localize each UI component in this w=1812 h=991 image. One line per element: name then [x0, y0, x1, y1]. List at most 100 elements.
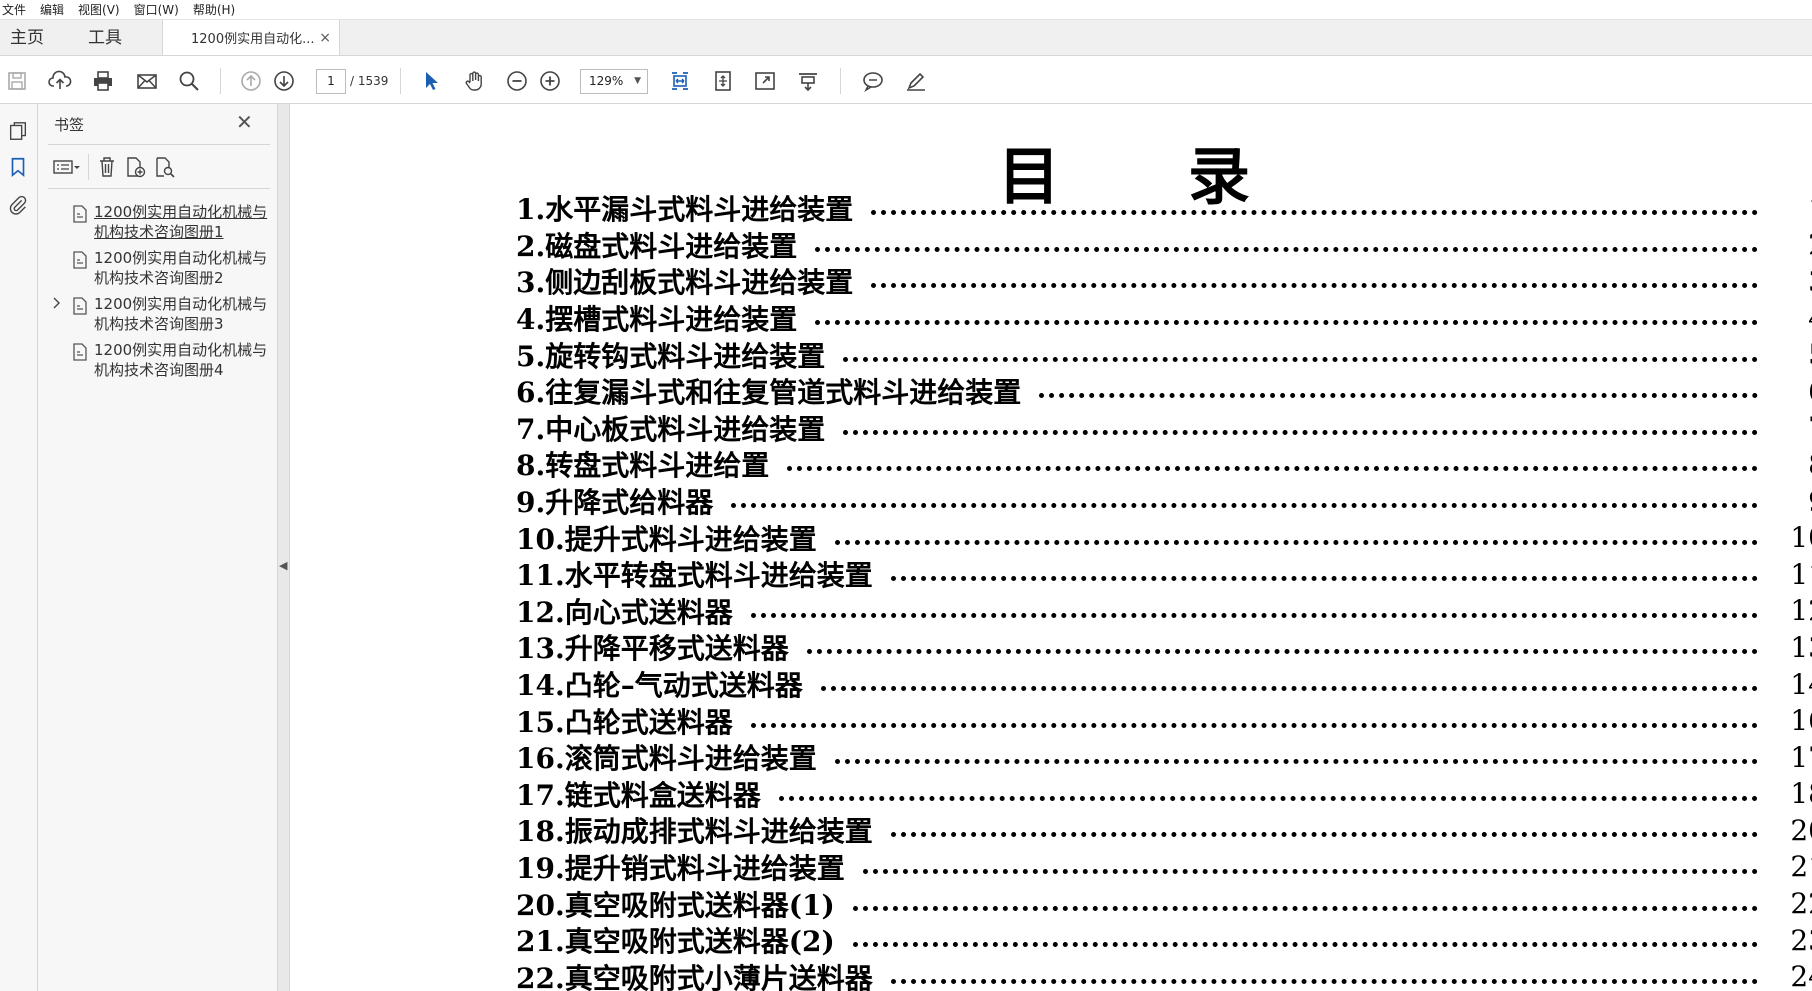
toc-entry-page: 1	[1778, 192, 1812, 225]
toc-entry[interactable]: 14.凸轮–气动式送料器 14	[516, 666, 1812, 703]
toc-entry-label: 5.旋转钩式料斗进给装置	[516, 339, 826, 373]
zoom-out-icon[interactable]	[504, 68, 530, 94]
bookmarks-panel: 书签 ✕ 1200例实用自动化机械与机构技术咨询图册1 1200例实用自动化机械…	[38, 104, 278, 991]
dot-leader	[778, 795, 1758, 801]
zoom-select[interactable]: 129% ▼	[580, 69, 648, 94]
toc-entry[interactable]: 18.振动成排式料斗进给装置 20	[516, 812, 1812, 849]
menu-window[interactable]: 窗口(W)	[132, 0, 187, 20]
hand-icon[interactable]	[461, 68, 487, 94]
document-icon	[70, 204, 90, 224]
bookmark-icon[interactable]	[5, 154, 31, 180]
close-icon[interactable]: ✕	[236, 112, 253, 132]
collapse-panel-icon[interactable]: ◀	[279, 559, 287, 572]
toc-entry[interactable]: 7.中心板式料斗进给装置 7	[516, 410, 1812, 447]
toc-entry-page: 10	[1790, 521, 1812, 555]
page-thumbnails-icon[interactable]	[5, 118, 31, 144]
chevron-down-icon: ▼	[634, 76, 641, 86]
panel-splitter[interactable]: ◀	[278, 104, 290, 991]
bookmark-options-icon[interactable]	[50, 154, 84, 180]
menu-edit[interactable]: 编辑	[38, 0, 72, 20]
search-icon[interactable]	[176, 68, 202, 94]
toc-entry-label: 9.升降式给料器	[516, 486, 714, 520]
tab-close-icon[interactable]: ×	[319, 30, 331, 46]
toc-entry-page: 12	[1790, 594, 1812, 628]
navigation-rail	[0, 104, 38, 991]
bookmark-item[interactable]: 1200例实用自动化机械与机构技术咨询图册2	[52, 248, 272, 292]
toc-entry[interactable]: 10.提升式料斗进给装置 10	[516, 519, 1812, 556]
bookmark-item[interactable]: 1200例实用自动化机械与机构技术咨询图册3	[52, 294, 272, 338]
fit-page-icon[interactable]	[710, 68, 736, 94]
dot-leader	[1039, 392, 1758, 399]
toc-entry-page: 11	[1790, 557, 1812, 591]
divider	[48, 144, 270, 145]
tab-document[interactable]: 1200例实用自动化... ×	[162, 20, 340, 55]
toolbar-separator	[88, 154, 89, 180]
find-bookmark-icon[interactable]	[152, 154, 178, 180]
dot-leader	[731, 502, 1758, 509]
toc-entry-label: 7.中心板式料斗进给装置	[516, 412, 826, 446]
divider	[48, 188, 270, 189]
email-icon[interactable]	[134, 68, 160, 94]
bookmark-item[interactable]: 1200例实用自动化机械与机构技术咨询图册1	[52, 202, 272, 246]
toc-entry-page: 4	[1778, 302, 1812, 335]
bookmark-label[interactable]: 1200例实用自动化机械与机构技术咨询图册2	[94, 248, 274, 288]
toc-entry[interactable]: 22.真空吸附式小薄片送料器 24	[516, 958, 1812, 991]
menu-help[interactable]: 帮助(H)	[191, 0, 243, 20]
toc-entry-label: 11.水平转盘式料斗进给装置	[516, 559, 873, 593]
toc-entry-label: 22.真空吸附式小薄片送料器	[516, 961, 873, 991]
bookmark-label[interactable]: 1200例实用自动化机械与机构技术咨询图册4	[94, 340, 274, 380]
toc-entry[interactable]: 2.磁盘式料斗进给装置 2	[516, 227, 1812, 264]
attachment-icon[interactable]	[5, 192, 31, 218]
toc-entry[interactable]: 19.提升销式料斗进给装置 21	[516, 849, 1812, 886]
menu-view[interactable]: 视图(V)	[76, 0, 128, 20]
toc-entry[interactable]: 1.水平漏斗式料斗进给装置 1	[516, 190, 1812, 227]
upload-icon[interactable]	[47, 68, 73, 94]
toc-entry[interactable]: 8.转盘式料斗进给置 8	[516, 446, 1812, 483]
toc-entry-page: 16	[1790, 704, 1812, 738]
dot-leader	[787, 465, 1758, 472]
zoom-in-icon[interactable]	[537, 68, 563, 94]
toc-entry[interactable]: 20.真空吸附式送料器(1) 22	[516, 885, 1812, 922]
toc-entry[interactable]: 9.升降式给料器 9	[516, 483, 1812, 520]
document-icon	[70, 296, 90, 316]
document-view[interactable]: 目录 1.水平漏斗式料斗进给装置12.磁盘式料斗进给装置23.侧边刮板式料斗进给…	[290, 104, 1812, 991]
toc-entry-label: 21.真空吸附式送料器(2)	[516, 925, 835, 959]
page-number-input[interactable]: 1	[316, 69, 346, 94]
bookmark-item[interactable]: 1200例实用自动化机械与机构技术咨询图册4	[52, 340, 272, 384]
toc-entry[interactable]: 16.滚筒式料斗进给装置 17	[516, 739, 1812, 776]
toc-entry[interactable]: 17.链式料盒送料器 18	[516, 776, 1812, 813]
next-page-icon[interactable]	[271, 68, 297, 94]
tab-home[interactable]: 主页	[0, 20, 54, 55]
comment-icon[interactable]	[860, 68, 886, 94]
select-arrow-icon[interactable]	[418, 68, 444, 94]
toc-entry[interactable]: 3.侧边刮板式料斗进给装置 3	[516, 263, 1812, 300]
toc-entry[interactable]: 21.真空吸附式送料器(2) 23	[516, 922, 1812, 959]
new-bookmark-icon[interactable]	[122, 154, 148, 180]
prev-page-icon[interactable]	[238, 68, 264, 94]
print-icon[interactable]	[90, 68, 116, 94]
fit-width-icon[interactable]	[667, 68, 693, 94]
highlight-pen-icon[interactable]	[903, 68, 929, 94]
bookmark-label[interactable]: 1200例实用自动化机械与机构技术咨询图册3	[94, 294, 274, 334]
dot-leader	[815, 246, 1758, 252]
menu-file[interactable]: 文件	[0, 0, 34, 20]
tab-tools[interactable]: 工具	[78, 20, 132, 55]
bookmark-label[interactable]: 1200例实用自动化机械与机构技术咨询图册1	[94, 202, 274, 242]
toc-entry-label: 14.凸轮–气动式送料器	[516, 669, 803, 703]
toc-entry-page: 14	[1790, 667, 1812, 701]
dot-leader	[890, 575, 1758, 582]
toc-entry[interactable]: 12.向心式送料器 12	[516, 593, 1812, 630]
toc-entry[interactable]: 6.往复漏斗式和往复管道式料斗进给装置 6	[516, 373, 1812, 410]
table-of-contents: 1.水平漏斗式料斗进给装置12.磁盘式料斗进给装置23.侧边刮板式料斗进给装置3…	[516, 190, 1812, 991]
scroll-mode-icon[interactable]	[795, 68, 821, 94]
delete-icon[interactable]	[94, 154, 120, 180]
toc-entry[interactable]: 11.水平转盘式料斗进给装置 11	[516, 556, 1812, 593]
chevron-right-icon[interactable]	[52, 296, 64, 313]
toc-entry[interactable]: 13.升降平移式送料器 13	[516, 629, 1812, 666]
full-screen-icon[interactable]	[752, 68, 778, 94]
save-icon[interactable]	[4, 68, 30, 94]
toc-entry-page: 13	[1790, 630, 1812, 664]
toc-entry[interactable]: 5.旋转钩式料斗进给装置 5	[516, 336, 1812, 373]
toc-entry[interactable]: 4.摆槽式料斗进给装置 4	[516, 300, 1812, 337]
toc-entry[interactable]: 15.凸轮式送料器 16	[516, 702, 1812, 739]
